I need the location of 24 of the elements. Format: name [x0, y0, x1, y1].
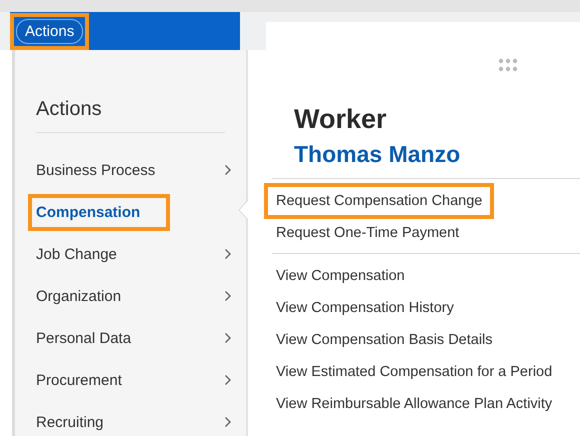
action-link[interactable]: View Estimated Compensation for a Period [276, 361, 552, 383]
chevron-icon [224, 416, 232, 428]
action-link[interactable]: View Compensation Basis Details [276, 329, 493, 351]
action-link[interactable]: View Compensation [276, 265, 405, 287]
action-link[interactable]: Request Compensation Change [264, 183, 494, 219]
menu-title: Actions [36, 98, 225, 133]
chevron-icon [224, 332, 232, 344]
worker-name[interactable]: Thomas Manzo [294, 141, 580, 168]
menu-item[interactable]: Job Change [15, 233, 246, 275]
menu-item[interactable]: Recruiting [15, 401, 246, 436]
menu-item[interactable]: Personal Data [15, 317, 246, 359]
action-link[interactable]: Request One-Time Payment [276, 222, 460, 244]
chevron-icon [224, 164, 232, 176]
menu-item[interactable]: Organization [15, 275, 246, 317]
chevron-icon [224, 248, 232, 260]
object-type: Worker [294, 104, 388, 135]
action-link[interactable]: View Reimbursable Allowance Plan Activity [276, 393, 552, 415]
menu-item[interactable]: Procurement [15, 359, 246, 401]
chevron-icon [224, 374, 232, 386]
apps-icon[interactable] [498, 58, 518, 72]
chevron-icon [224, 290, 232, 302]
actions-button[interactable]: Actions [16, 18, 84, 44]
menu-item[interactable]: Business Process [15, 149, 246, 191]
action-link[interactable]: View Compensation History [276, 297, 454, 319]
